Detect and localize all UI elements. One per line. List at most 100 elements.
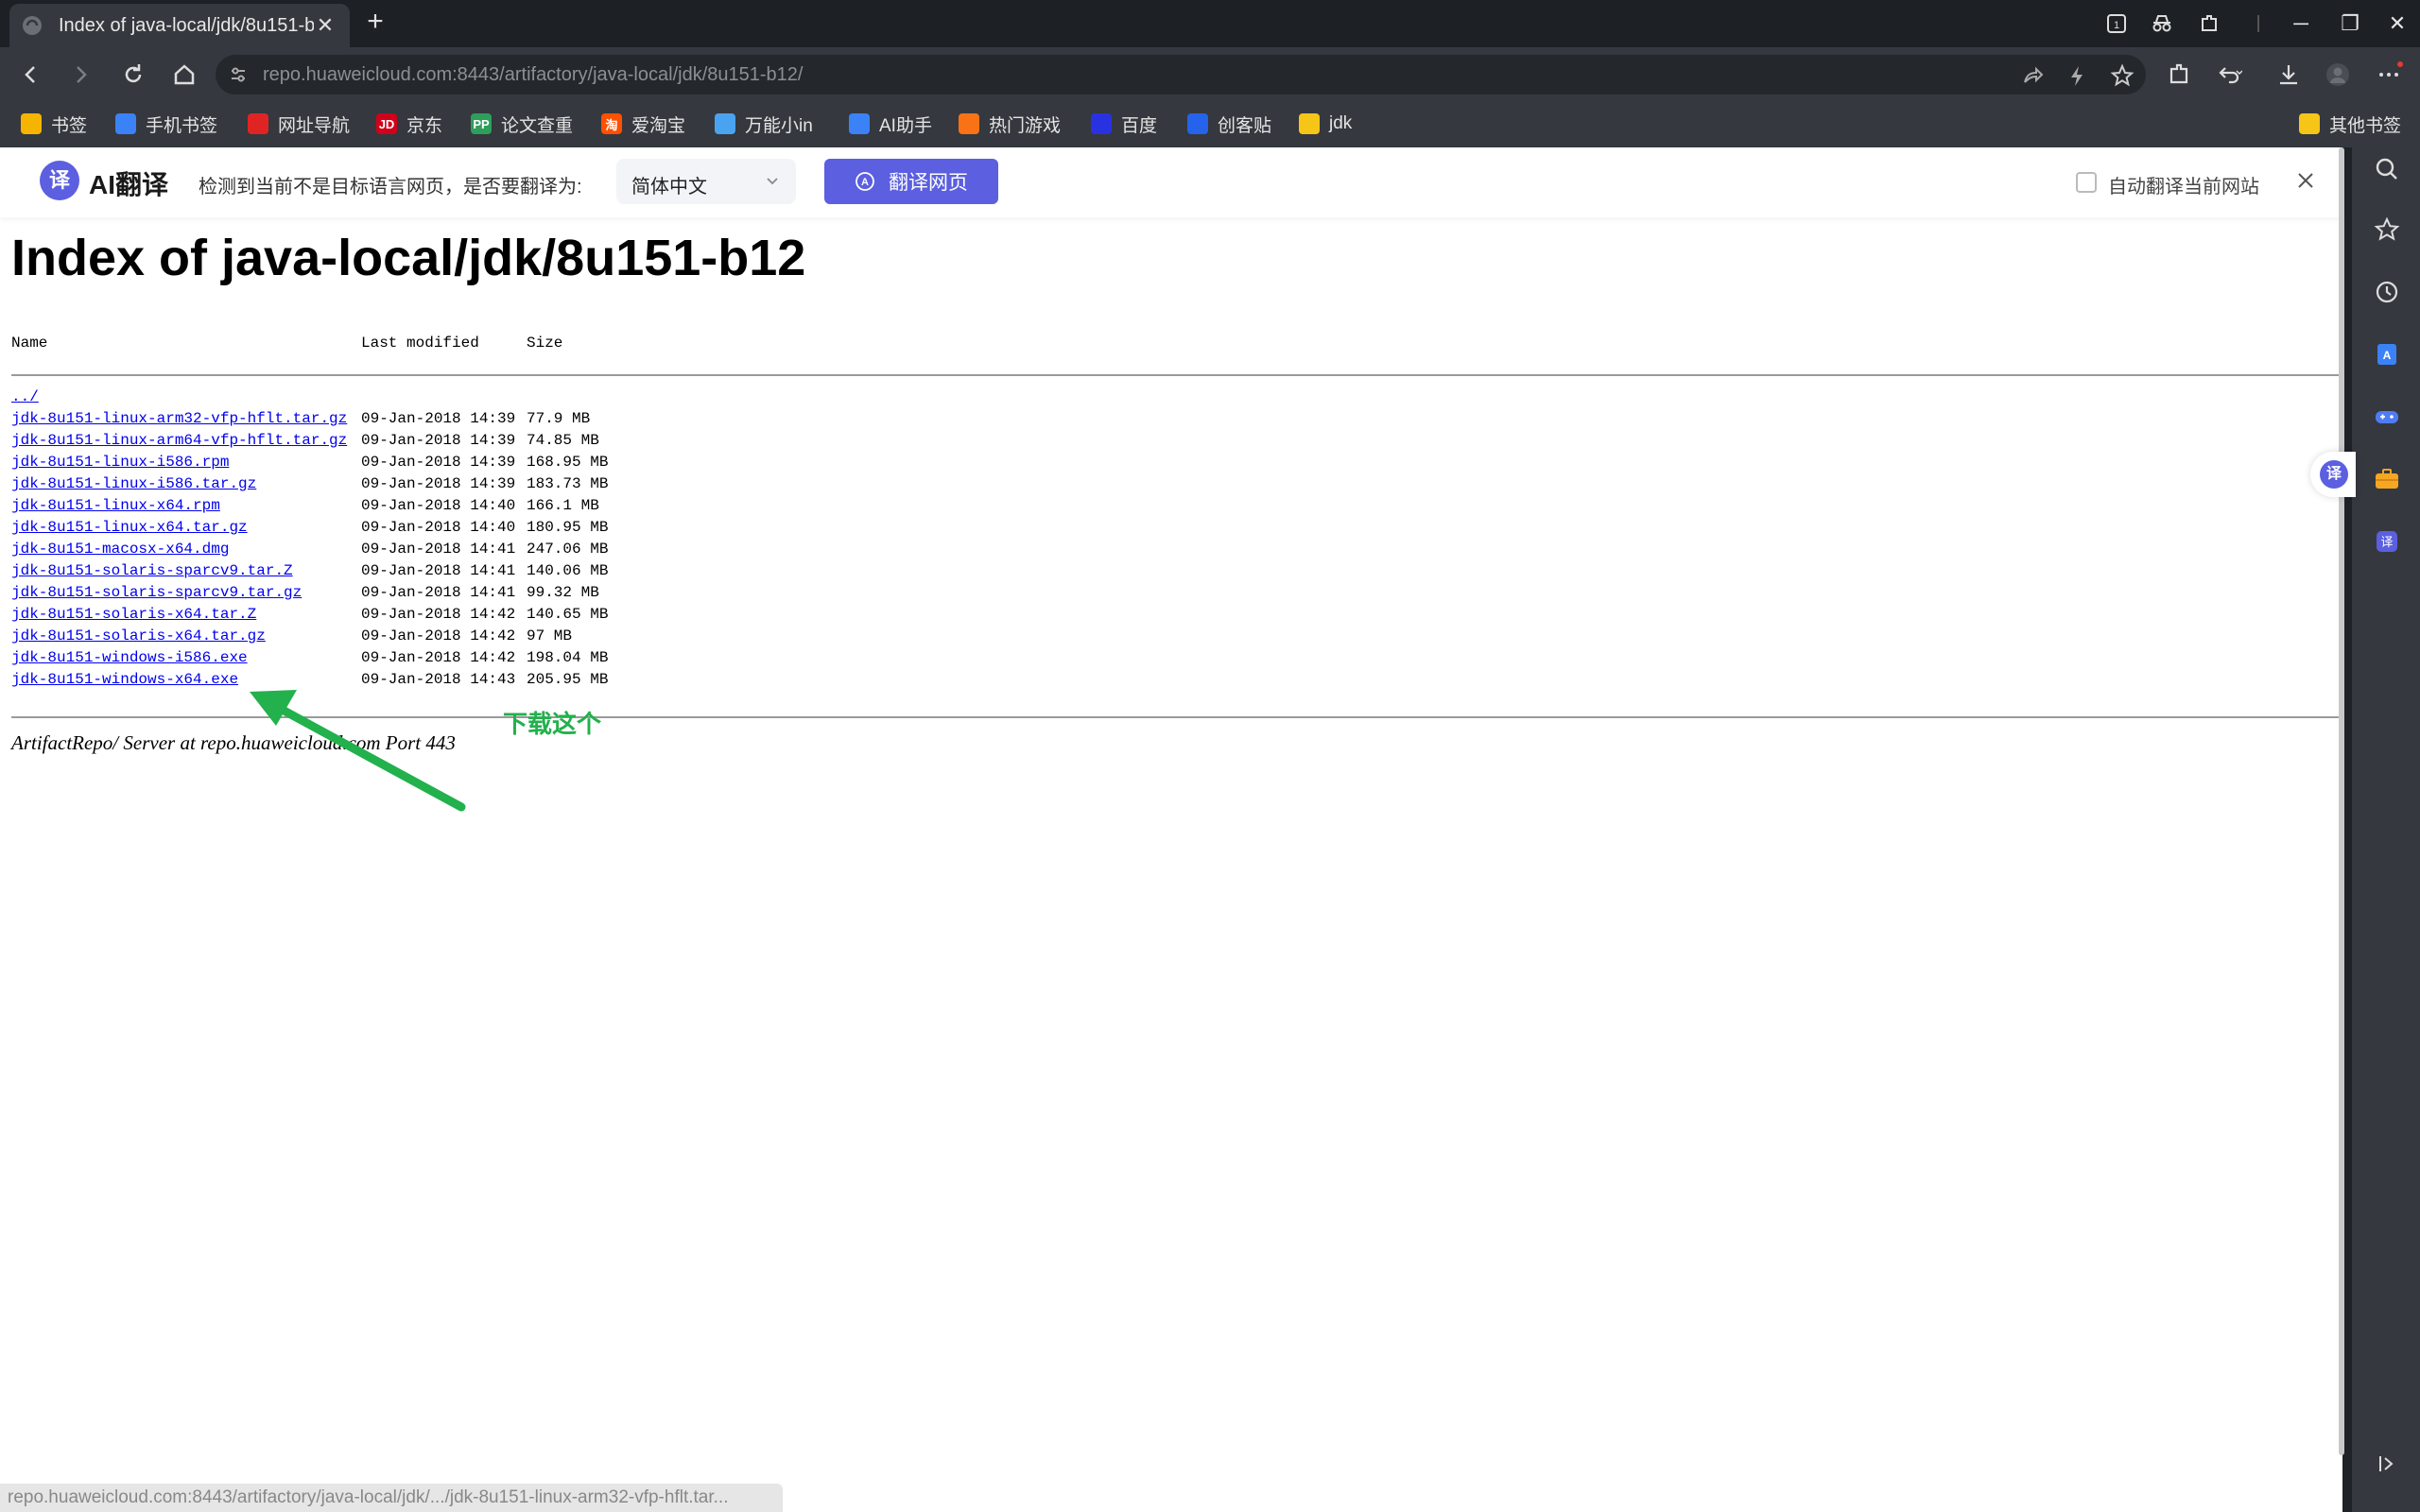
- file-size: 205.95 MB: [527, 671, 609, 688]
- parent-directory-row: ../: [11, 388, 39, 410]
- tab-close-icon[interactable]: ✕: [314, 13, 337, 38]
- svg-text:1: 1: [2114, 20, 2119, 31]
- chuangketie-icon: [1187, 113, 1208, 134]
- bookmark-label: 论文查重: [501, 115, 574, 136]
- history-clock-icon[interactable]: [2373, 278, 2401, 306]
- title-bar: Index of java-local/jdk/8u151-b ✕ + 1 ─ …: [0, 0, 2420, 47]
- favorite-star-icon[interactable]: [2110, 63, 2135, 88]
- download-icon[interactable]: [2274, 60, 2303, 89]
- bookmark-label: AI助手: [879, 115, 932, 136]
- bookmark-item[interactable]: PP 论文查重: [471, 110, 573, 138]
- paper-check-icon: PP: [471, 113, 492, 134]
- file-row: jdk-8u151-linux-arm32-vfp-hflt.tar.gz 09-…: [11, 410, 590, 432]
- translate-page-button[interactable]: A 翻译网页: [824, 159, 998, 204]
- file-size: 140.65 MB: [527, 606, 609, 623]
- bookmark-label: 万能小in: [745, 115, 813, 136]
- page-favicon-icon: [23, 16, 42, 35]
- file-link[interactable]: jdk-8u151-linux-x64.tar.gz: [11, 519, 248, 536]
- file-size: 247.06 MB: [527, 541, 609, 558]
- target-language-select[interactable]: 简体中文: [616, 159, 796, 204]
- file-link[interactable]: jdk-8u151-windows-i586.exe: [11, 649, 248, 666]
- address-bar[interactable]: repo.huaweicloud.com:8443/artifactory/ja…: [216, 55, 2146, 94]
- vertical-scrollbar[interactable]: [2339, 147, 2344, 1455]
- svg-text:A: A: [2383, 349, 2392, 362]
- bookmark-item[interactable]: JD 京东: [376, 110, 442, 138]
- bookmark-item[interactable]: 书签: [21, 110, 87, 138]
- restore-icon[interactable]: ❐: [2331, 8, 2369, 40]
- file-link[interactable]: jdk-8u151-linux-arm32-vfp-hflt.tar.gz: [11, 410, 347, 427]
- bookmark-label: 百度: [1121, 115, 1158, 136]
- site-info-icon[interactable]: [229, 65, 248, 84]
- bookmark-item[interactable]: 淘爱淘宝: [601, 110, 685, 138]
- column-header-size[interactable]: Size: [527, 335, 562, 352]
- file-link[interactable]: jdk-8u151-linux-arm64-vfp-hflt.tar.gz: [11, 432, 347, 449]
- file-date: 09-Jan-2018 14:39: [361, 454, 516, 471]
- file-size: 74.85 MB: [527, 432, 599, 449]
- favorites-star-icon[interactable]: [2373, 215, 2401, 244]
- incognito-icon[interactable]: [2150, 11, 2174, 36]
- file-row: jdk-8u151-solaris-x64.tar.Z 09-Jan-2018 1…: [11, 606, 608, 627]
- file-row: jdk-8u151-linux-i586.rpm 09-Jan-2018 14:3…: [11, 454, 608, 475]
- extensions-icon[interactable]: [2165, 60, 2193, 89]
- other-bookmarks[interactable]: 其他书签: [2299, 110, 2401, 138]
- file-link[interactable]: jdk-8u151-linux-i586.tar.gz: [11, 475, 256, 492]
- bookmark-item[interactable]: 手机书签: [115, 110, 217, 138]
- home-icon[interactable]: [168, 59, 200, 91]
- more-menu-icon[interactable]: [2375, 60, 2403, 89]
- translate-sidebar-icon[interactable]: 译: [2373, 527, 2401, 556]
- column-header-name[interactable]: Name: [11, 335, 47, 352]
- file-link[interactable]: jdk-8u151-windows-x64.exe: [11, 671, 238, 688]
- translate-bar-close-icon[interactable]: [2293, 168, 2318, 193]
- active-tab[interactable]: Index of java-local/jdk/8u151-b ✕: [9, 4, 350, 47]
- annotation-arrow: [250, 690, 466, 812]
- translate-prompt: 检测到当前不是目标语言网页，是否要翻译为:: [199, 177, 582, 198]
- floating-translate-button[interactable]: 译: [2310, 452, 2356, 497]
- forward-icon[interactable]: [64, 59, 96, 91]
- back-icon[interactable]: [15, 59, 47, 91]
- new-tab-icon[interactable]: +: [361, 8, 389, 36]
- extension-puzzle-icon[interactable]: [2197, 11, 2221, 36]
- bookmark-item[interactable]: 万能小in: [715, 110, 813, 138]
- document-ai-icon[interactable]: A: [2373, 340, 2401, 369]
- bookmark-item[interactable]: 热门游戏: [959, 110, 1061, 138]
- file-row: jdk-8u151-linux-arm64-vfp-hflt.tar.gz 09-…: [11, 432, 599, 454]
- svg-text:A: A: [861, 177, 869, 188]
- column-header-last-modified[interactable]: Last modified: [361, 335, 479, 352]
- target-language-value: 简体中文: [631, 177, 707, 198]
- window-close-icon[interactable]: ✕: [2378, 8, 2416, 40]
- file-link[interactable]: jdk-8u151-macosx-x64.dmg: [11, 541, 229, 558]
- file-row: jdk-8u151-linux-i586.tar.gz 09-Jan-2018 1…: [11, 475, 608, 497]
- file-link[interactable]: jdk-8u151-linux-i586.rpm: [11, 454, 229, 471]
- undo-close-icon[interactable]: [2214, 60, 2242, 89]
- bookmark-item[interactable]: 百度: [1091, 110, 1157, 138]
- file-size: 77.9 MB: [527, 410, 591, 427]
- gamepad-icon[interactable]: [2373, 403, 2401, 431]
- bookmarks-bar: 书签 手机书签 网址导航 JD 京东 PP 论文查重 淘爱淘宝 万能小in AI助手 热门游戏 百度 创…: [0, 100, 2420, 147]
- profile-avatar-icon[interactable]: [2324, 60, 2352, 89]
- url-text[interactable]: repo.huaweicloud.com:8443/artifactory/ja…: [263, 64, 803, 86]
- reload-icon[interactable]: [117, 59, 149, 91]
- toolbox-icon[interactable]: [2373, 465, 2401, 493]
- file-link[interactable]: jdk-8u151-solaris-x64.tar.Z: [11, 606, 256, 623]
- file-row: jdk-8u151-linux-x64.rpm 09-Jan-2018 14:40…: [11, 497, 599, 519]
- collapse-sidebar-icon[interactable]: [2373, 1450, 2401, 1478]
- bookmark-item[interactable]: jdk: [1299, 110, 1352, 138]
- auto-translate-label[interactable]: 自动翻译当前网站: [2108, 171, 2259, 198]
- bookmark-item[interactable]: 创客贴: [1187, 110, 1271, 138]
- parent-directory-link[interactable]: ../: [11, 388, 39, 405]
- phone-bookmark-icon: [115, 113, 136, 134]
- share-icon[interactable]: [2019, 63, 2044, 88]
- minimize-icon[interactable]: ─: [2282, 8, 2320, 40]
- tab-count-icon[interactable]: 1: [2104, 11, 2129, 36]
- file-link[interactable]: jdk-8u151-linux-x64.rpm: [11, 497, 220, 514]
- auto-translate-checkbox[interactable]: [2076, 172, 2097, 193]
- bookmark-item[interactable]: 网址导航: [248, 110, 350, 138]
- ai-translate-bar: 译 AI翻译 检测到当前不是目标语言网页，是否要翻译为: 简体中文 A 翻译网页…: [0, 147, 2342, 217]
- search-icon[interactable]: [2373, 155, 2401, 183]
- bookmark-item[interactable]: AI助手: [849, 110, 932, 138]
- lightning-icon[interactable]: [2065, 63, 2089, 88]
- annotation-text: 下载这个: [503, 710, 602, 738]
- header-divider: [11, 374, 2342, 376]
- game-icon: [959, 113, 979, 134]
- bookmark-label: 爱淘宝: [631, 115, 686, 136]
